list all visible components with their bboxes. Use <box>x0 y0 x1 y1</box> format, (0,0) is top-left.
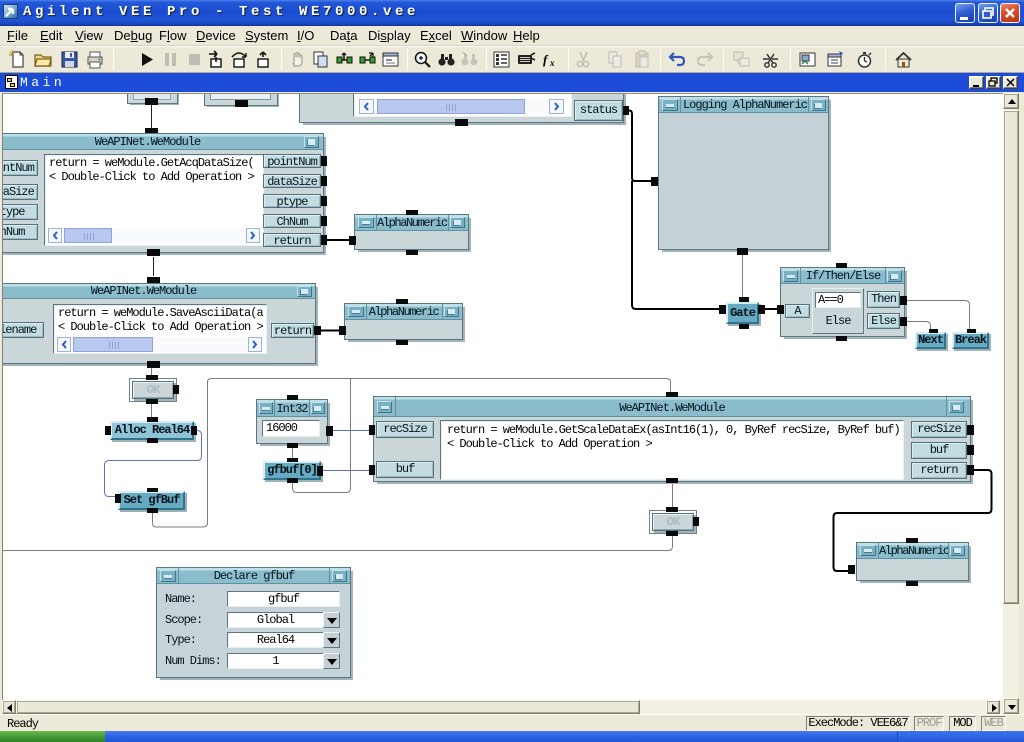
svg-text:x: x <box>549 58 555 68</box>
svg-text:f: f <box>543 52 549 67</box>
